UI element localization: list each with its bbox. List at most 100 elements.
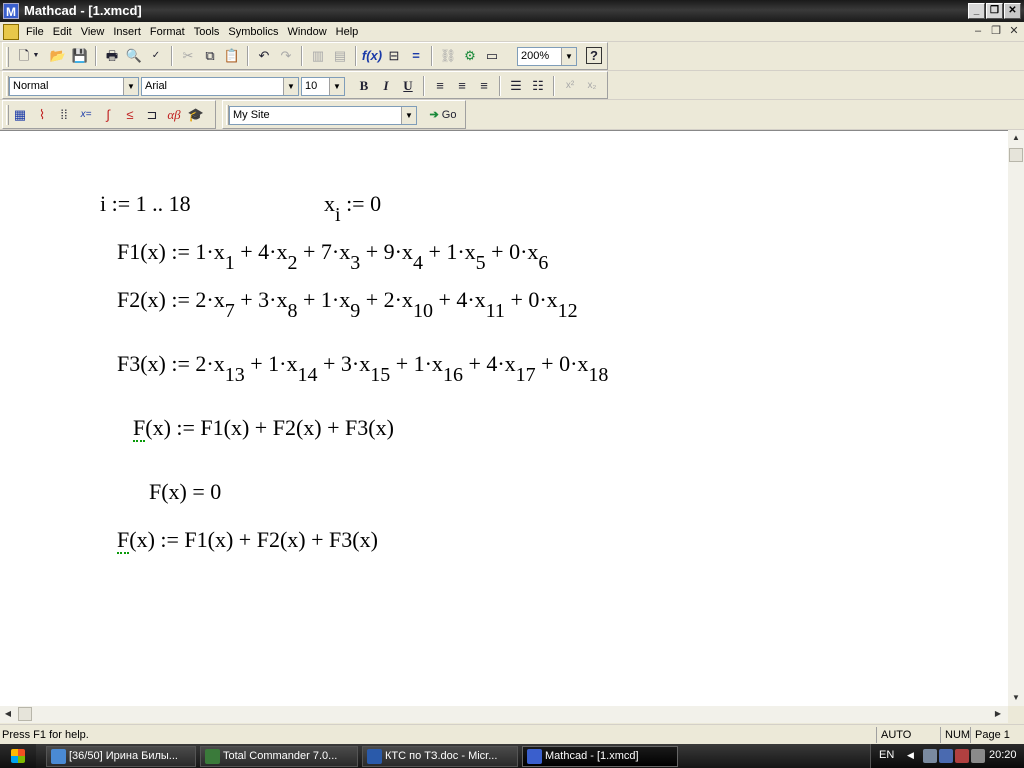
open-folder-icon[interactable]: 📂 <box>47 45 69 67</box>
start-button[interactable] <box>0 744 36 768</box>
menu-insert[interactable]: Insert <box>111 25 148 39</box>
restore-button[interactable]: ❐ <box>986 3 1003 19</box>
taskbar-button[interactable]: Total Commander 7.0... <box>200 746 358 767</box>
undo-icon[interactable]: ↶ <box>253 45 275 67</box>
doc-minimize-icon[interactable]: – <box>970 25 986 39</box>
num-lock-indicator: NUM <box>940 727 972 743</box>
font-size-select[interactable]: 10 ▼ <box>301 77 345 96</box>
chevron-down-icon[interactable]: ▼ <box>561 48 576 65</box>
taskbar-button[interactable]: [36/50] Ирина Билы... <box>46 746 196 767</box>
paste-icon[interactable]: 📋 <box>221 45 243 67</box>
toolbar-grip[interactable] <box>6 47 9 67</box>
system-tray: EN ◀ 20:20 <box>870 744 1024 768</box>
italic-button[interactable]: I <box>375 75 397 97</box>
scroll-right-icon[interactable]: ▶ <box>990 706 1006 722</box>
subscript-icon[interactable]: x₂ <box>581 75 603 97</box>
chevron-down-icon[interactable]: ▼ <box>283 78 298 95</box>
evaluation-palette-icon[interactable]: x= <box>75 104 97 126</box>
menu-window[interactable]: Window <box>286 25 334 39</box>
taskbar-button[interactable]: Mathcad - [1.xmcd] <box>522 746 678 767</box>
vertical-scroll-thumb[interactable] <box>1009 148 1023 162</box>
flag-icon[interactable] <box>955 749 969 763</box>
chevron-down-icon[interactable]: ▼ <box>401 107 416 124</box>
align-across-icon[interactable]: ▥ <box>307 45 329 67</box>
x-definition[interactable]: xi := 0 <box>324 191 381 227</box>
taskbar-button[interactable]: КТС по ТЗ.doc - Micr... <box>362 746 518 767</box>
f-evaluation[interactable]: F(x) = 0 <box>149 479 221 505</box>
chevron-down-icon[interactable]: ▼ <box>123 78 138 95</box>
doc-restore-icon[interactable]: ❐ <box>988 25 1004 39</box>
style-select[interactable]: Normal ▼ <box>9 77 139 96</box>
display-icon[interactable] <box>939 749 953 763</box>
f-definition-1[interactable]: F(x) := F1(x) + F2(x) + F3(x) <box>133 415 394 442</box>
menu-format[interactable]: Format <box>148 25 192 39</box>
superscript-icon[interactable]: x² <box>559 75 581 97</box>
go-button[interactable]: ➔ Go <box>423 104 463 126</box>
close-button[interactable]: ✕ <box>1004 3 1021 19</box>
f2-definition[interactable]: F2(x) := 2·x7 + 3·x8 + 1·x9 + 2·x10 + 4·… <box>117 287 578 323</box>
help-icon[interactable]: ? <box>583 45 605 67</box>
menu-tools[interactable]: Tools <box>192 25 227 39</box>
worksheet[interactable]: i := 1 .. 18 xi := 0 F1(x) := 1·x1 + 4·x… <box>0 130 1008 706</box>
network-icon[interactable] <box>923 749 937 763</box>
align-center-icon[interactable]: ≡ <box>451 75 473 97</box>
insert-function-icon[interactable]: f(x) <box>361 45 383 67</box>
insert-hyperlink-icon[interactable]: ⛓ <box>437 45 459 67</box>
f1-definition[interactable]: F1(x) := 1·x1 + 4·x2 + 7·x3 + 9·x4 + 1·x… <box>117 239 548 275</box>
align-down-icon[interactable]: ▤ <box>329 45 351 67</box>
document-icon[interactable] <box>3 24 19 40</box>
volume-icon[interactable] <box>971 749 985 763</box>
copy-icon[interactable]: ⧉ <box>199 45 221 67</box>
menu-help[interactable]: Help <box>334 25 366 39</box>
spell-check-icon[interactable]: ✓ <box>145 45 167 67</box>
minimize-button[interactable]: _ <box>968 3 985 19</box>
tray-expand-icon[interactable]: ◀ <box>907 750 914 761</box>
vertical-scrollbar[interactable]: ▲ ▼ <box>1008 130 1024 706</box>
font-select[interactable]: Arial ▼ <box>141 77 299 96</box>
print-preview-icon[interactable]: 🔍 <box>123 45 145 67</box>
resource-center-icon[interactable]: ▭ <box>481 45 503 67</box>
calculator-palette-icon[interactable]: ▦ <box>9 104 31 126</box>
language-indicator[interactable]: EN <box>879 749 894 761</box>
doc-close-icon[interactable]: ✕ <box>1006 25 1022 39</box>
component-wizard-icon[interactable]: ⚙ <box>459 45 481 67</box>
programming-palette-icon[interactable]: ⊐ <box>141 104 163 126</box>
numbering-icon[interactable]: ☷ <box>527 75 549 97</box>
site-select[interactable]: My Site ▼ <box>229 106 417 125</box>
align-left-icon[interactable]: ≡ <box>429 75 451 97</box>
menu-edit[interactable]: Edit <box>51 25 79 39</box>
align-right-icon[interactable]: ≡ <box>473 75 495 97</box>
redo-icon[interactable]: ↷ <box>275 45 297 67</box>
scroll-down-icon[interactable]: ▼ <box>1008 690 1024 706</box>
bold-button[interactable]: B <box>353 75 375 97</box>
title-bar[interactable]: M Mathcad - [1.xmcd] _ ❐ ✕ <box>0 0 1024 22</box>
zoom-select[interactable]: 200% ▼ <box>517 47 577 66</box>
boolean-palette-icon[interactable]: ≤ <box>119 104 141 126</box>
insert-unit-icon[interactable]: ⊟ <box>383 45 405 67</box>
menu-file[interactable]: File <box>24 25 51 39</box>
horizontal-scrollbar[interactable]: ◀ ▶ <box>0 706 1008 723</box>
scroll-left-icon[interactable]: ◀ <box>0 706 16 722</box>
cut-icon[interactable]: ✂ <box>177 45 199 67</box>
range-variable-i[interactable]: i := 1 .. 18 <box>100 191 191 217</box>
bullets-icon[interactable]: ☰ <box>505 75 527 97</box>
new-dropdown-icon[interactable]: ▼ <box>31 45 41 67</box>
mathcad-app-icon[interactable]: M <box>3 3 19 19</box>
menu-symbolics[interactable]: Symbolics <box>226 25 285 39</box>
print-icon[interactable]: 🖶 <box>101 45 123 67</box>
save-icon[interactable]: 💾 <box>69 45 91 67</box>
horizontal-scroll-thumb[interactable] <box>18 707 32 721</box>
menu-view[interactable]: View <box>79 25 112 39</box>
greek-palette-icon[interactable]: αβ <box>163 104 185 126</box>
f-definition-2[interactable]: F(x) := F1(x) + F2(x) + F3(x) <box>117 527 378 554</box>
chevron-down-icon[interactable]: ▼ <box>329 78 344 95</box>
f3-definition[interactable]: F3(x) := 2·x13 + 1·x14 + 3·x15 + 1·x16 +… <box>117 351 608 387</box>
scroll-up-icon[interactable]: ▲ <box>1008 130 1024 146</box>
calculate-icon[interactable]: = <box>405 45 427 67</box>
calculus-palette-icon[interactable]: ∫ <box>97 104 119 126</box>
matrix-palette-icon[interactable]: ⁞⁞ <box>53 104 75 126</box>
symbolic-palette-icon[interactable]: 🎓 <box>185 104 207 126</box>
clock[interactable]: 20:20 <box>989 749 1017 761</box>
graph-palette-icon[interactable]: ⌇ <box>31 104 53 126</box>
underline-button[interactable]: U <box>397 75 419 97</box>
